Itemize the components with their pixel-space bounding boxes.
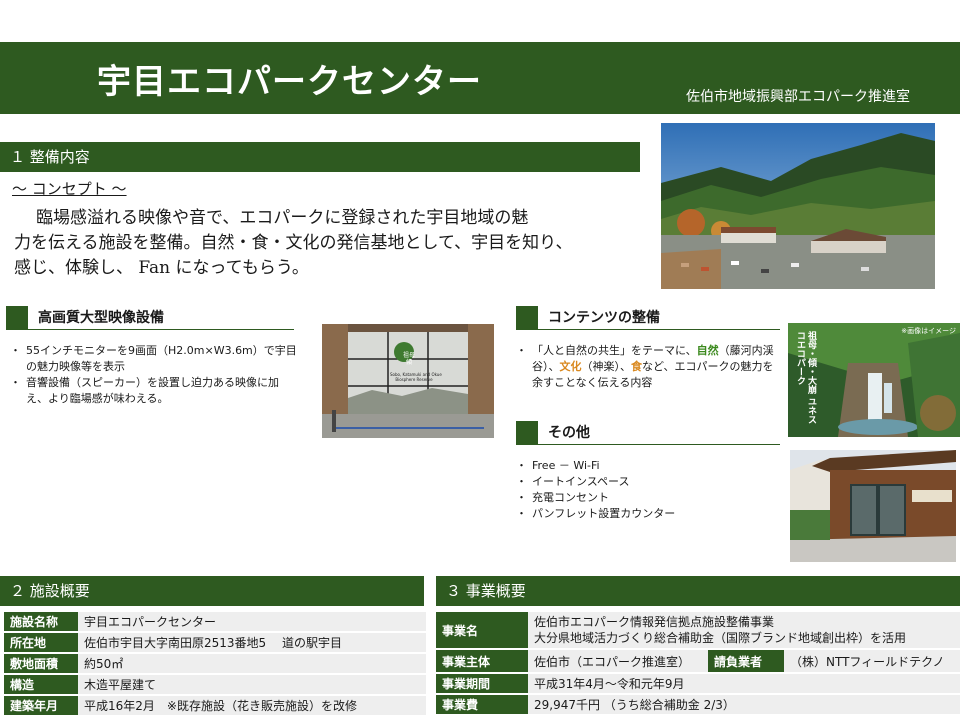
other-subheading: その他 xyxy=(516,421,780,445)
table-header: 事業費 xyxy=(436,695,528,714)
waterfall-caption: 祖母・傾・大崩 ユネスコエコパーク xyxy=(795,331,816,425)
table-cell: 宇目エコパークセンター xyxy=(78,612,426,631)
landscape-photo xyxy=(661,123,935,289)
table-header: 事業名 xyxy=(436,612,528,648)
video-bullet-list: 55インチモニターを9画面（H2.0m×W3.6m）で宇目の魅力映像等を表示 音… xyxy=(10,343,300,407)
list-item: 55インチモニターを9画面（H2.0m×W3.6m）で宇目の魅力映像等を表示 xyxy=(10,343,300,375)
list-item: パンフレット設置カウンター xyxy=(516,506,776,522)
other-bullet-list: Free － Wi-Fi イートインスペース 充電コンセント パンフレット設置カ… xyxy=(516,458,776,522)
list-item: 音響設備（スピーカー）を設置し迫力ある映像に加え、より臨場感が味わえる。 xyxy=(10,375,300,407)
list-item: 「人と自然の共生」をテーマに、自然（藤河内渓谷）、文化（神楽）、食など、エコパー… xyxy=(516,343,776,391)
building-photo xyxy=(790,450,956,562)
table-cell: 佐伯市宇目大字南田原2513番地5 道の駅宇目 xyxy=(78,633,426,652)
concept-text: 臨場感溢れる映像や音で、エコパークに登録された宇目地域の魅 力を伝える施設を整備… xyxy=(14,206,644,281)
video-wall-photo: 祖母 傾 Sobo, Katamuki and Okue Biosphere R… xyxy=(322,324,494,438)
table-cell: 佐伯市エコパーク情報発信拠点施設整備事業 大分県地域活力づくり総合補助金（国際ブ… xyxy=(528,612,960,648)
table-cell: 平成31年4月～令和元年9月 xyxy=(528,674,960,693)
heading-marker xyxy=(516,421,538,445)
image-note: ※画像はイメージ xyxy=(901,327,956,335)
section2-heading: ２ 施設概要 xyxy=(0,576,424,606)
table-row: 事業名 佐伯市エコパーク情報発信拠点施設整備事業 大分県地域活力づくり総合補助金… xyxy=(436,612,960,648)
page-title: 宇目エコパークセンター xyxy=(97,62,482,102)
table-row: 敷地面積 約50㎡ xyxy=(4,654,426,673)
table-row: 施設名称 宇目エコパークセンター xyxy=(4,612,426,631)
table-cell: （株）NTTフィールドテクノ xyxy=(784,650,960,672)
list-item: Free － Wi-Fi xyxy=(516,458,776,474)
list-item: 充電コンセント xyxy=(516,490,776,506)
other-heading: その他 xyxy=(548,425,590,441)
table-header: 事業主体 xyxy=(436,650,528,672)
table-row: 事業期間 平成31年4月～令和元年9月 xyxy=(436,674,960,693)
list-item: イートインスペース xyxy=(516,474,776,490)
section3-heading: ３ 事業概要 xyxy=(436,576,960,606)
concept-label: ～ コンセプト ～ xyxy=(12,180,127,198)
table-row: 構造 木造平屋建て xyxy=(4,675,426,694)
heading-marker xyxy=(516,306,538,330)
table-cell: 29,947千円 （うち総合補助金 2/3） xyxy=(528,695,960,714)
table-header: 施設名称 xyxy=(4,612,78,631)
table-row: 建築年月 平成16年2月 ※既存施設（花き販売施設）を改修 xyxy=(4,696,426,715)
table-cell: 佐伯市（エコパーク推進室） xyxy=(528,650,708,672)
table-cell: 木造平屋建て xyxy=(78,675,426,694)
department-name: 佐伯市地域振興部エコパーク推進室 xyxy=(686,89,910,105)
project-table: 事業名 佐伯市エコパーク情報発信拠点施設整備事業 大分県地域活力づくり総合補助金… xyxy=(436,610,960,716)
video-subheading: 高画質大型映像設備 xyxy=(6,306,294,330)
concept-line: 臨場感溢れる映像や音で、エコパークに登録された宇目地域の魅 xyxy=(36,208,529,228)
table-header: 所在地 xyxy=(4,633,78,652)
table-header: 構造 xyxy=(4,675,78,694)
table-header: 建築年月 xyxy=(4,696,78,715)
table-row: 事業費 29,947千円 （うち総合補助金 2/3） xyxy=(436,695,960,714)
table-row: 所在地 佐伯市宇目大字南田原2513番地5 道の駅宇目 xyxy=(4,633,426,652)
table-cell: 約50㎡ xyxy=(78,654,426,673)
table-cell: 平成16年2月 ※既存施設（花き販売施設）を改修 xyxy=(78,696,426,715)
screen-caption: Sobo, Katamuki and Okue Biosphere Reserv… xyxy=(390,372,442,382)
contents-bullet-list: 「人と自然の共生」をテーマに、自然（藤河内渓谷）、文化（神楽）、食など、エコパー… xyxy=(516,343,776,391)
facility-table: 施設名称 宇目エコパークセンター 所在地 佐伯市宇目大字南田原2513番地5 道… xyxy=(4,610,426,717)
screen-logo: 祖母 傾 xyxy=(402,352,415,366)
waterfall-photo: ※画像はイメージ 祖母・傾・大崩 ユネスコエコパーク xyxy=(788,323,960,437)
section1-heading: １ 整備内容 xyxy=(0,142,640,172)
video-heading: 高画質大型映像設備 xyxy=(38,310,164,326)
concept-line: 力を伝える施設を整備。自然・食・文化の発信基地として、宇目を知り、 xyxy=(14,233,573,253)
contents-subheading: コンテンツの整備 xyxy=(516,306,780,330)
concept-line: 感じ、体験し、 Fan になってもらう。 xyxy=(14,258,309,278)
table-header: 請負業者 xyxy=(708,650,784,672)
table-header: 事業期間 xyxy=(436,674,528,693)
contents-heading: コンテンツの整備 xyxy=(548,310,660,326)
title-bar: 宇目エコパークセンター 佐伯市地域振興部エコパーク推進室 xyxy=(0,42,960,114)
heading-marker xyxy=(6,306,28,330)
table-row: 事業主体 佐伯市（エコパーク推進室） 請負業者 （株）NTTフィールドテクノ xyxy=(436,650,960,672)
table-header: 敷地面積 xyxy=(4,654,78,673)
